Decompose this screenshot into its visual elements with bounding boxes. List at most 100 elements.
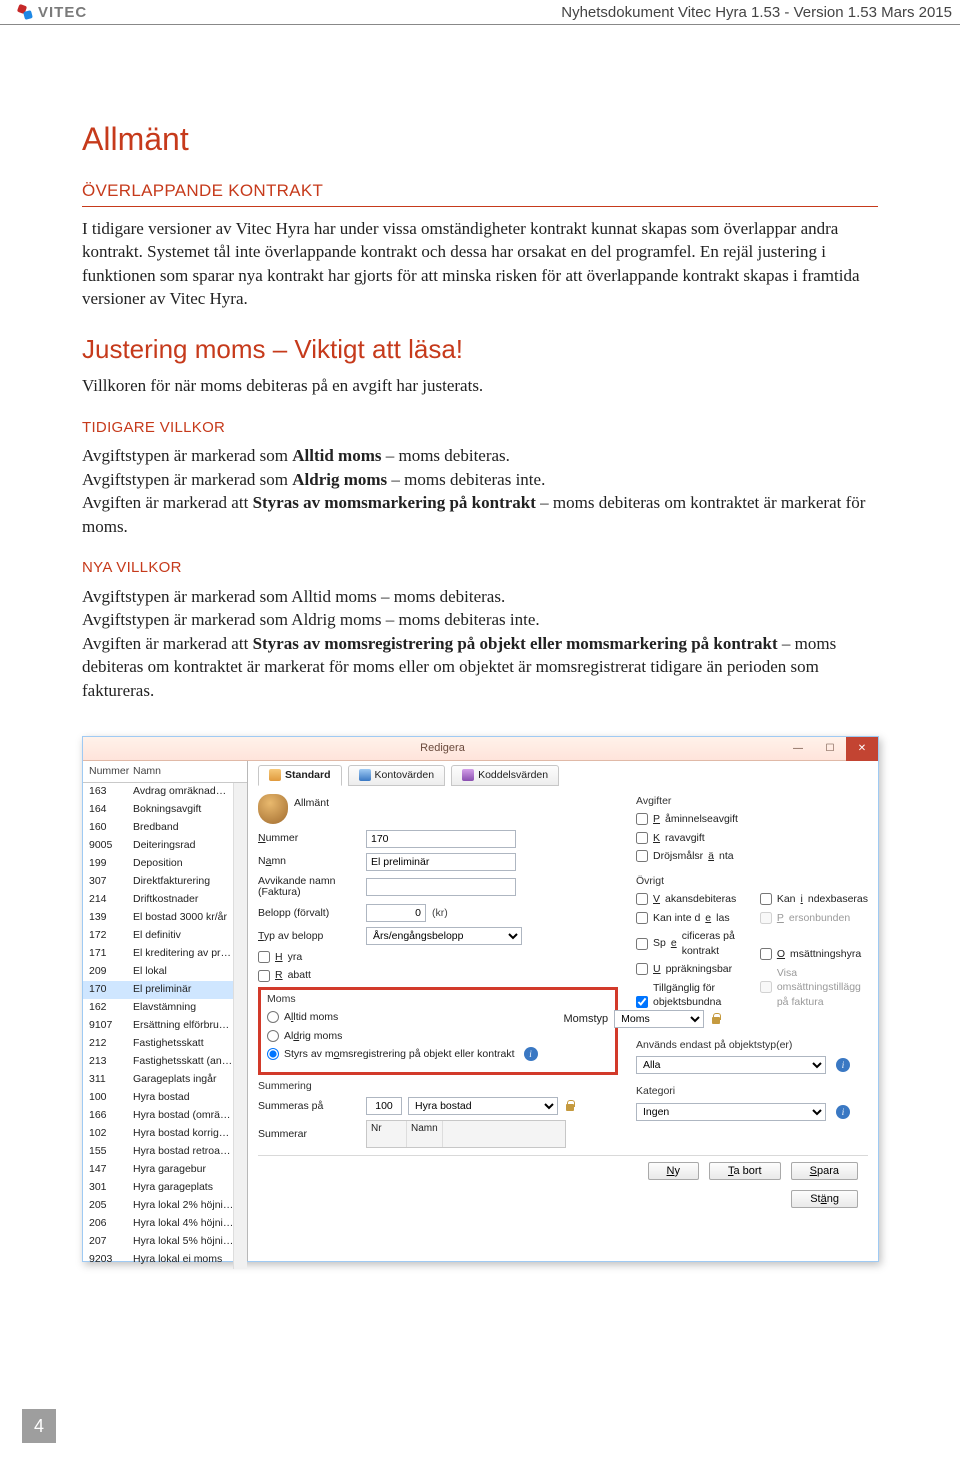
document-body: Allmänt ÖVERLAPPANDE KONTRAKT I tidigare… xyxy=(0,25,960,1262)
list-row[interactable]: 171El kreditering av pr… xyxy=(83,945,247,963)
anvands-title: Används endast på objektstyp(er) xyxy=(636,1038,868,1052)
summering-title: Summering xyxy=(258,1079,618,1093)
list-row[interactable]: 205Hyra lokal 2% höjni… xyxy=(83,1197,247,1215)
chk-paminnelse[interactable]: Påminnelseavgift xyxy=(636,812,868,826)
para-nya-1: Avgiftstypen är markerad som Alltid moms… xyxy=(82,585,878,608)
spara-button[interactable]: Spara xyxy=(791,1162,858,1180)
info-icon[interactable]: i xyxy=(524,1047,538,1061)
brand-logo: VITEC xyxy=(18,4,87,21)
chk-omshyra[interactable]: Omsättningshyra xyxy=(760,947,868,961)
summerar-col-namn: Namn xyxy=(407,1121,443,1147)
list-row[interactable]: 166Hyra bostad (omrä… xyxy=(83,1107,247,1125)
list-row[interactable]: 9005Deiteringsrad xyxy=(83,837,247,855)
close-button[interactable]: ✕ xyxy=(846,737,878,761)
list-row[interactable]: 147Hyra garagebur xyxy=(83,1161,247,1179)
list-row[interactable]: 301Hyra garageplats xyxy=(83,1179,247,1197)
chk-vakans[interactable]: Vakansdebiteras xyxy=(636,892,738,906)
window-titlebar: Redigera — ☐ ✕ xyxy=(83,737,878,761)
list-row[interactable]: 162Elavstämning xyxy=(83,999,247,1017)
list-pane: Nummer Namn 163Avdrag omräknad…164Boknin… xyxy=(83,761,248,1261)
kategori-select[interactable]: Ingen xyxy=(636,1103,826,1121)
list-row[interactable]: 139El bostad 3000 kr/år xyxy=(83,909,247,927)
chk-rabatt[interactable]: Rabatt xyxy=(258,968,618,982)
list-body[interactable]: 163Avdrag omräknad…164Bokningsavgift160B… xyxy=(83,783,247,1269)
list-row[interactable]: 199Deposition xyxy=(83,855,247,873)
tab-kontovarden[interactable]: Kontovärden xyxy=(348,765,446,785)
chk-hyra[interactable]: Hyra xyxy=(258,950,618,964)
list-row[interactable]: 311Garageplats ingår xyxy=(83,1071,247,1089)
chk-delas[interactable]: Kan inte delas xyxy=(636,911,738,925)
nummer-input[interactable] xyxy=(366,830,516,848)
chk-spec[interactable]: Specificeras på kontrakt xyxy=(636,929,738,958)
list-row[interactable]: 213Fastighetsskatt (an… xyxy=(83,1053,247,1071)
chk-drojsmal[interactable]: Dröjsmålsränta xyxy=(636,849,868,863)
avgifter-title: Avgifter xyxy=(636,794,868,808)
list-row[interactable]: 209El lokal xyxy=(83,963,247,981)
lock-icon xyxy=(564,1100,576,1112)
belopp-label: Belopp (förvalt) xyxy=(258,906,360,920)
maximize-button[interactable]: ☐ xyxy=(814,737,846,761)
tab-standard-icon xyxy=(269,769,281,781)
info-icon[interactable]: i xyxy=(836,1058,850,1072)
radio-aldrig-moms[interactable]: Aldrig moms xyxy=(267,1029,538,1043)
summeras-num-input[interactable] xyxy=(366,1097,402,1115)
list-row[interactable]: 163Avdrag omräknad… xyxy=(83,783,247,801)
scrollbar[interactable] xyxy=(233,783,247,1269)
stang-button[interactable]: Stäng xyxy=(791,1190,858,1208)
brand-name: VITEC xyxy=(38,4,87,21)
para-tidigare-2: Avgiftstypen är markerad som Aldrig moms… xyxy=(82,468,878,491)
typ-select[interactable]: Års/engångsbelopp xyxy=(366,927,522,945)
list-row[interactable]: 100Hyra bostad xyxy=(83,1089,247,1107)
summerar-col-nr: Nr xyxy=(367,1121,407,1147)
tab-standard[interactable]: Standard xyxy=(258,765,342,785)
chk-indexbaseras[interactable]: Kan indexbaseras xyxy=(760,892,868,906)
list-row[interactable]: 155Hyra bostad retroa… xyxy=(83,1143,247,1161)
page-number: 4 xyxy=(22,1409,56,1443)
lock-icon xyxy=(710,1013,722,1025)
momstyp-label: Momstyp xyxy=(564,1012,609,1027)
tabort-button[interactable]: Ta bort xyxy=(709,1162,781,1180)
list-row[interactable]: 160Bredband xyxy=(83,819,247,837)
list-row[interactable]: 164Bokningsavgift xyxy=(83,801,247,819)
tab-kontovarden-icon xyxy=(359,769,371,781)
list-col-nummer[interactable]: Nummer xyxy=(89,764,133,778)
info-icon[interactable]: i xyxy=(836,1105,850,1119)
minimize-button[interactable]: — xyxy=(782,737,814,761)
list-col-namn[interactable]: Namn xyxy=(133,764,243,778)
para-nya-2: Avgiftstypen är markerad som Aldrig moms… xyxy=(82,608,878,631)
list-row[interactable]: 214Driftkostnader xyxy=(83,891,247,909)
chk-upprakning[interactable]: Uppräkningsbar xyxy=(636,962,738,976)
window-title: Redigera xyxy=(103,741,782,756)
list-row[interactable]: 170El preliminär xyxy=(83,981,247,999)
list-row[interactable]: 9203Hyra lokal ei moms xyxy=(83,1251,247,1269)
radio-alltid-moms[interactable]: Alltid moms xyxy=(267,1010,538,1024)
tab-koddelsvarden-icon xyxy=(462,769,474,781)
list-row[interactable]: 207Hyra lokal 5% höjni… xyxy=(83,1233,247,1251)
chk-personbunden: Personbunden xyxy=(760,911,868,925)
avvikande-input[interactable] xyxy=(366,878,516,896)
belopp-input[interactable] xyxy=(366,904,426,922)
button-row: Ny Ta bort Spara xyxy=(258,1155,868,1184)
nummer-label: Nummer xyxy=(258,831,360,845)
summeras-name-select[interactable]: Hyra bostad xyxy=(408,1097,558,1115)
radio-styrs-moms[interactable]: Styrs av momsregistrering på objekt elle… xyxy=(267,1047,538,1061)
namn-input[interactable] xyxy=(366,853,516,871)
moms-title: Moms xyxy=(267,992,609,1006)
list-row[interactable]: 102Hyra bostad korrig… xyxy=(83,1125,247,1143)
moneybag-icon xyxy=(258,794,288,824)
summerar-list[interactable]: Nr Namn xyxy=(366,1120,566,1148)
list-row[interactable]: 307Direktfakturering xyxy=(83,873,247,891)
chk-kravavgift[interactable]: Kravavgift xyxy=(636,831,868,845)
document-title: Nyhetsdokument Vitec Hyra 1.53 - Version… xyxy=(561,4,952,21)
anvands-select[interactable]: Alla xyxy=(636,1056,826,1074)
para-nya-3: Avgiften är markerad att Styras av momsr… xyxy=(82,632,878,702)
list-header: Nummer Namn xyxy=(83,761,247,782)
ny-button[interactable]: Ny xyxy=(648,1162,699,1180)
list-row[interactable]: 9107Ersättning elförbru… xyxy=(83,1017,247,1035)
list-row[interactable]: 212Fastighetsskatt xyxy=(83,1035,247,1053)
momstyp-select[interactable]: Moms xyxy=(614,1010,704,1028)
tab-koddelsvarden[interactable]: Koddelsvärden xyxy=(451,765,559,785)
list-row[interactable]: 206Hyra lokal 4% höjni… xyxy=(83,1215,247,1233)
list-row[interactable]: 172El definitiv xyxy=(83,927,247,945)
h2-justering-moms: Justering moms – Viktigt att läsa! xyxy=(82,332,878,368)
